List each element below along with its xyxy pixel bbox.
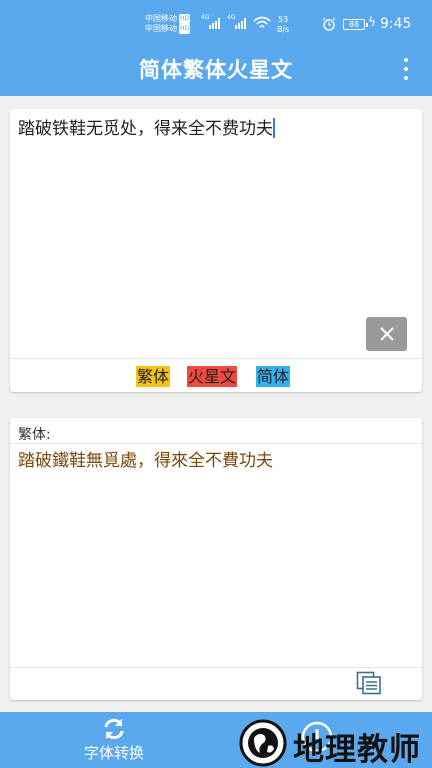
input-divider <box>10 358 422 359</box>
copy-icon[interactable] <box>356 671 382 695</box>
status-time: 9:45 <box>380 16 412 32</box>
input-text[interactable]: 踏破铁鞋无觅处，得来全不费功夫 <box>18 119 273 139</box>
charging-icon: ϟ <box>368 15 376 29</box>
clear-button[interactable] <box>366 317 407 351</box>
signal-icon-2 <box>235 17 246 29</box>
nav-convert-label: 字体转换 <box>83 744 144 762</box>
carrier-info: 中国移动 HD 中国移动 HD <box>145 14 191 34</box>
status-bar: 中国移动 HD 中国移动 HD 4G 4G 53 B/s 88 ϟ 9:45 <box>0 0 432 48</box>
network-speed: 53 B/s <box>277 15 289 35</box>
hd-badge-2: HD <box>179 24 191 34</box>
app-title: 简体繁体火星文 <box>139 58 293 82</box>
input-textarea[interactable]: 踏破铁鞋无觅处，得来全不费功夫 <box>18 117 408 141</box>
mode-martian-button[interactable]: 火星文 <box>187 366 238 387</box>
globe-logo-icon <box>239 719 287 767</box>
battery-icon: 88 <box>343 19 368 30</box>
nav-font-convert[interactable]: 字体转换 <box>76 718 152 766</box>
speed-unit: B/s <box>277 25 290 34</box>
more-vertical-icon[interactable] <box>396 58 416 80</box>
input-card: 踏破铁鞋无觅处，得来全不费功夫 繁体 火星文 简体 <box>10 109 422 392</box>
hd-badge: HD <box>179 14 191 24</box>
output-card: 繁体: 踏破鐵鞋無覓處，得來全不費功夫 <box>10 418 422 700</box>
carrier-2: 中国移动 <box>145 24 177 33</box>
output-label: 繁体: <box>18 427 51 443</box>
close-icon <box>379 327 394 341</box>
output-text: 踏破鐵鞋無覓處，得來全不費功夫 <box>18 451 273 471</box>
mode-simplified-button[interactable]: 简体 <box>256 366 291 387</box>
watermark-text: 地理教师 <box>293 732 421 768</box>
speed-value: 53 <box>278 15 289 24</box>
signal-icon <box>209 17 220 29</box>
watermark: 地理教师 <box>238 716 432 768</box>
output-label-divider <box>10 443 422 444</box>
mode-traditional-button[interactable]: 繁体 <box>136 366 171 387</box>
text-caret <box>273 118 275 138</box>
refresh-icon <box>104 718 124 740</box>
mode-selector: 繁体 火星文 简体 <box>10 363 422 392</box>
app-bar: 中国移动 HD 中国移动 HD 4G 4G 53 B/s 88 ϟ 9:45 简体繁… <box>0 0 432 96</box>
carrier-1: 中国移动 <box>145 14 177 23</box>
output-divider <box>10 667 422 668</box>
alarm-icon <box>322 17 336 31</box>
wifi-icon <box>253 16 271 28</box>
